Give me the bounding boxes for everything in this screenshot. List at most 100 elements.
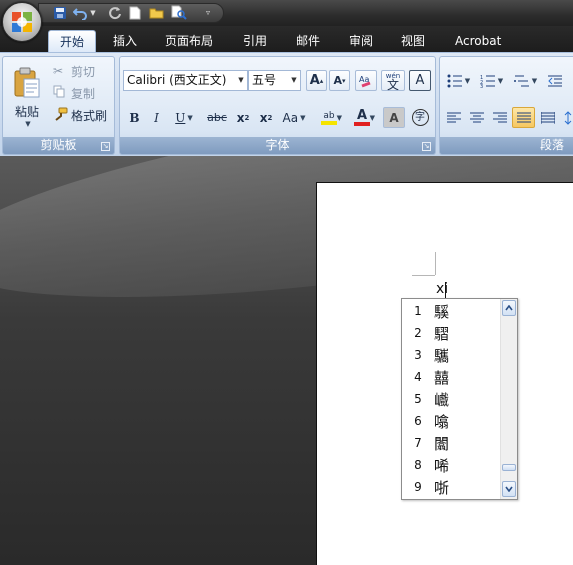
clear-formatting-button[interactable]: Aa [355,70,377,91]
font-name-combo[interactable]: Calibri (西文正文) ▼ [123,70,248,91]
candidate-number: 8 [414,458,422,472]
change-case-label: Aa [282,110,299,125]
underline-button[interactable]: U ▼ [170,107,198,128]
margin-corner-mark-vertical [435,252,436,275]
text-highlight-button[interactable]: ab ▼ [313,107,345,128]
character-shading-button[interactable]: A [383,107,405,128]
copy-button[interactable]: 复制 [53,83,95,103]
superscript-button[interactable]: x2 [256,107,276,128]
bold-button[interactable]: B [125,107,144,128]
undo-dropdown-icon[interactable]: ▼ [88,4,98,21]
copy-icon [53,85,71,101]
decrease-indent-icon [548,75,562,86]
ribbon-tabs: 开始 插入 页面布局 引用 邮件 审阅 视图 Acrobat [0,26,573,52]
grow-font-button[interactable]: A ▴ [306,70,327,91]
bullets-button[interactable]: ▼ [443,70,474,91]
tab-acrobat[interactable]: Acrobat [444,30,512,52]
redo-icon[interactable] [106,4,124,21]
candidate-char: 噏 [434,412,450,431]
format-painter-button[interactable]: 格式刷 [53,105,107,125]
candidate-item[interactable]: 9哳 [402,476,501,498]
customize-qat-icon[interactable]: ▿ [202,4,214,21]
align-left-icon [446,112,461,122]
character-shading-letter: A [389,110,399,125]
candidate-item[interactable]: 4囍 [402,366,501,388]
strikethrough-button[interactable]: abc [203,107,231,128]
office-logo-icon [12,12,32,32]
candidate-item[interactable]: 3驨 [402,344,501,366]
office-button[interactable] [2,2,42,42]
clipboard-dialog-launcher[interactable]: ↘ [101,142,110,151]
cut-button[interactable]: ✂ 剪切 [53,61,95,81]
align-left-button[interactable] [443,107,464,128]
scroll-thumb[interactable] [502,464,516,471]
multilevel-list-icon [513,75,529,86]
font-name-dropdown-icon: ▼ [238,76,244,84]
save-icon[interactable] [51,4,69,21]
tab-review[interactable]: 审阅 [338,30,384,52]
tab-mailings[interactable]: 邮件 [285,30,331,52]
print-preview-icon[interactable] [170,4,188,21]
justify-button[interactable] [512,107,535,128]
text-highlight-letters: ab [323,110,335,121]
distributed-button[interactable] [537,107,558,128]
multilevel-list-button[interactable]: ▼ [510,70,541,91]
candidate-item[interactable]: 7闟 [402,432,501,454]
align-center-icon [469,112,484,122]
italic-button[interactable]: I [147,107,166,128]
margin-corner-mark [412,275,435,276]
candidate-char: 唏 [434,456,450,475]
ime-candidate-window: 1騱 2騽 3驨 4囍 5巇 6噏 7闟 8唏 9哳 [401,298,518,500]
candidate-item[interactable]: 1騱 [402,300,501,322]
paste-icon [14,67,40,97]
line-spacing-button[interactable] [561,107,573,128]
phonetic-guide-button[interactable]: wén 文 [381,70,405,91]
font-dialog-launcher[interactable]: ↘ [422,142,431,151]
decrease-indent-button[interactable] [544,70,566,91]
open-folder-icon[interactable] [148,4,166,21]
underline-letter: U [175,110,186,125]
character-border-button[interactable]: A [409,70,431,91]
change-case-button[interactable]: Aa ▼ [279,107,309,128]
scroll-up-button[interactable] [502,300,516,316]
bullets-dropdown-icon: ▼ [464,76,471,85]
cut-label: 剪切 [71,64,96,79]
tab-view[interactable]: 视图 [390,30,436,52]
line-spacing-icon [564,110,572,125]
grow-font-icon: ▴ [319,76,324,85]
candidate-item[interactable]: 2騽 [402,322,501,344]
tab-references[interactable]: 引用 [232,30,278,52]
copy-label: 复制 [71,86,96,101]
grow-font-letter: A [309,73,320,88]
font-color-button[interactable]: A ▼ [346,107,378,128]
numbering-dropdown-icon: ▼ [497,76,504,85]
align-right-button[interactable] [489,107,510,128]
enclose-characters-button[interactable]: 字 [409,107,431,128]
clipboard-caption: 剪贴板 [3,137,114,154]
tab-page-layout[interactable]: 页面布局 [154,30,224,52]
candidate-char: 驨 [434,346,450,365]
candidate-item[interactable]: 6噏 [402,410,501,432]
subscript-button[interactable]: x2 [233,107,253,128]
chevron-down-icon [505,486,513,492]
font-size-combo[interactable]: 五号 ▼ [248,70,301,91]
new-document-icon[interactable] [126,4,144,21]
candidate-number: 7 [414,436,422,450]
scroll-down-button[interactable] [502,481,516,497]
text-cursor [445,282,446,299]
candidate-scrollbar[interactable] [500,299,517,499]
paste-button[interactable]: 粘贴 ▼ [6,59,48,135]
candidate-number: 5 [414,392,422,406]
distributed-icon [540,111,555,124]
title-bar: ▼ ▿ [0,0,573,26]
candidate-item[interactable]: 8唏 [402,454,501,476]
tab-home[interactable]: 开始 [48,30,96,52]
candidate-item[interactable]: 5巇 [402,388,501,410]
character-border-letter: A [415,73,425,88]
numbering-button[interactable]: 123 ▼ [476,70,507,91]
font-group: Calibri (西文正文) ▼ 五号 ▼ A ▴ A ▾ Aa wén 文 A B… [119,56,436,155]
superscript-digit: 2 [267,113,273,122]
align-center-button[interactable] [466,107,487,128]
shrink-font-button[interactable]: A ▾ [329,70,350,91]
tab-insert[interactable]: 插入 [102,30,148,52]
